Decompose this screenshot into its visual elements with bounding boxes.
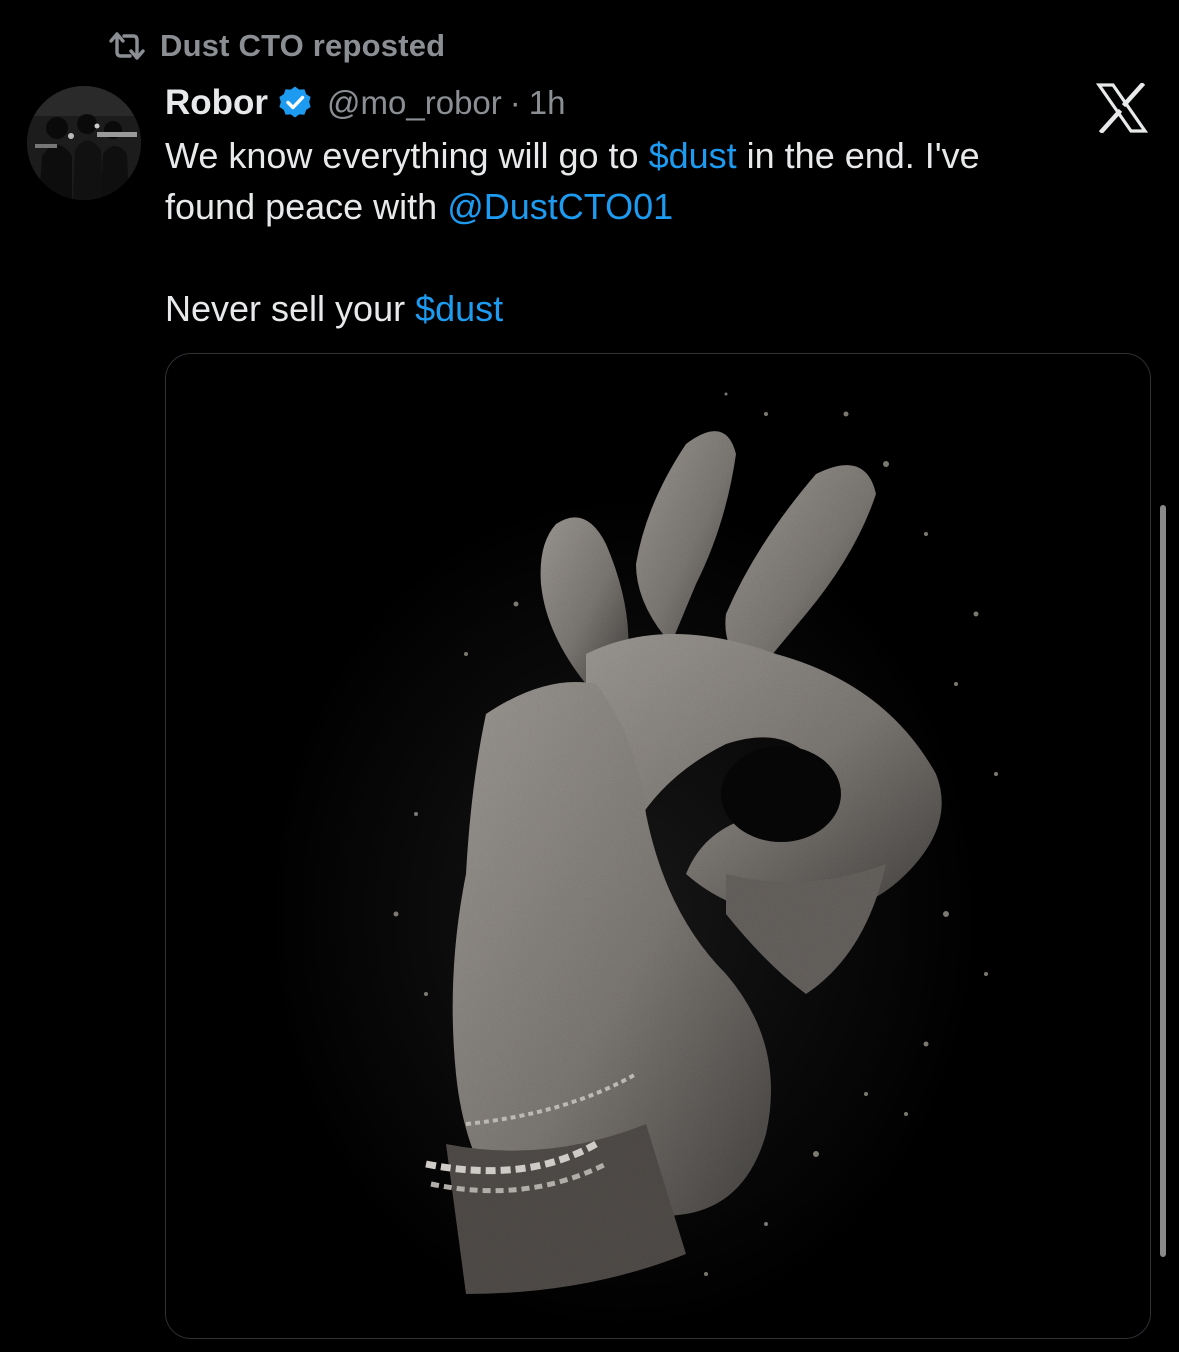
author-display-name[interactable]: Robor xyxy=(165,83,268,123)
tweet-header: Robor @mo_robor · 1h xyxy=(165,80,566,126)
tweet-text-line: Never sell your $dust xyxy=(165,283,1135,334)
verified-badge-icon xyxy=(277,85,313,121)
mention-link[interactable]: @DustCTO01 xyxy=(447,186,673,227)
cashtag-link[interactable]: $dust xyxy=(649,135,737,176)
x-logo-icon xyxy=(1096,83,1148,133)
text-segment: in the end. I've xyxy=(736,135,980,176)
tweet-text-line: We know everything will go to $dust in t… xyxy=(165,130,1135,181)
header-separator: · xyxy=(509,84,521,121)
text-segment: We know everything will go to xyxy=(165,135,649,176)
tweet-media-image[interactable] xyxy=(165,353,1151,1339)
text-segment: Never sell your xyxy=(165,288,416,329)
cashtag-link[interactable]: $dust xyxy=(415,288,503,329)
repost-label: Dust CTO reposted xyxy=(160,28,446,63)
repost-indicator[interactable]: Dust CTO reposted xyxy=(108,26,445,66)
tweet-text-line: found peace with @DustCTO01 xyxy=(165,181,1135,232)
tweet-body: We know everything will go to $dust in t… xyxy=(165,130,1135,334)
author-handle[interactable]: @mo_robor xyxy=(327,84,502,122)
tweet-timestamp[interactable]: 1h xyxy=(529,84,566,122)
avatar[interactable] xyxy=(27,86,141,200)
scrollbar[interactable] xyxy=(1160,505,1166,1257)
repost-icon xyxy=(108,31,146,61)
dust-hand-ok-gesture-image xyxy=(166,354,1150,1338)
text-segment: found peace with xyxy=(165,186,448,227)
